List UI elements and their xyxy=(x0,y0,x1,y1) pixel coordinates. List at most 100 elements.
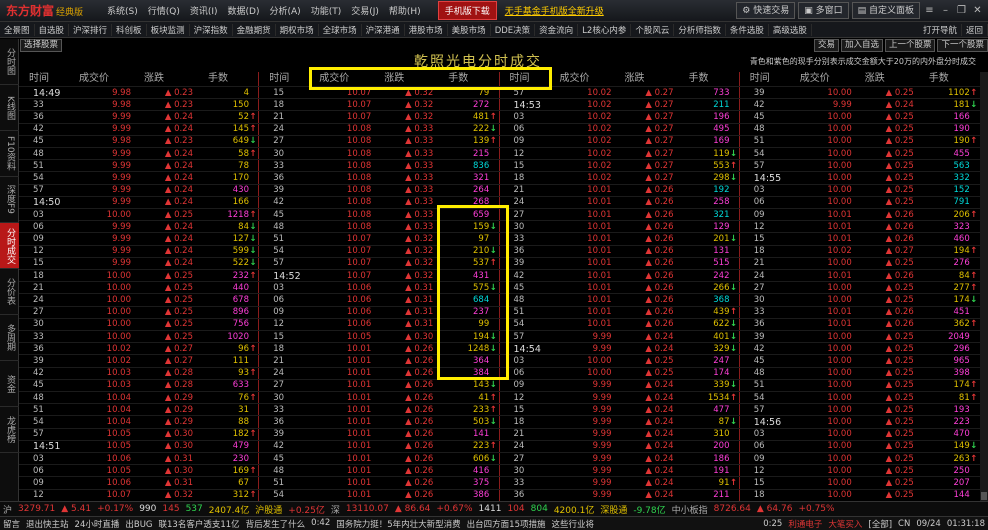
toolbar-item[interactable]: 资金流向 xyxy=(535,23,579,36)
index-ticker-item: 2407.4亿 xyxy=(208,505,250,516)
multi-window-button[interactable]: ▣ 多窗口 xyxy=(798,2,849,19)
upgrade-link[interactable]: 无手基金手机版全新升级 xyxy=(505,4,604,17)
select-stock-button[interactable]: 选择股票 xyxy=(20,39,63,52)
restore-icon[interactable]: ❐ xyxy=(955,5,968,16)
arrow-down-icon: ↓ xyxy=(249,136,257,147)
sidebar-tab[interactable]: 多周期 xyxy=(0,315,19,361)
sub-bar-button[interactable]: 上一个股票 xyxy=(884,39,936,52)
news-item[interactable]: 联13名客户透支11亿 xyxy=(156,518,243,530)
menu-item[interactable]: 分析(A) xyxy=(265,4,306,17)
menu-item[interactable]: 资讯(I) xyxy=(185,4,223,17)
trade-change: ▲ 0.31 xyxy=(377,306,433,319)
trade-time: 18 xyxy=(513,416,525,427)
volume-value: 159 xyxy=(473,221,490,232)
toolbar-right-item[interactable]: 返回 xyxy=(962,24,988,36)
toolbar-item[interactable]: 金融期货 xyxy=(233,23,276,36)
news-item[interactable]: 24小时直播 xyxy=(72,518,123,530)
trade-change: ▲ 0.27 xyxy=(618,111,673,124)
sidebar-tab[interactable]: 分时图 xyxy=(0,39,19,85)
toolbar-item[interactable]: 沪深排行 xyxy=(69,23,113,36)
menu-item[interactable]: 交易(J) xyxy=(346,4,384,17)
news-items: 留言 退出快主站 24小时直播 出BUG 联13名客户透支11亿 背后发生了什么 0:42 国… xyxy=(0,518,597,530)
toolbar-item[interactable]: 美股市场 xyxy=(448,23,491,36)
status-item[interactable]: [全部] xyxy=(865,518,895,530)
news-item[interactable]: 出BUG xyxy=(122,518,155,530)
toolbar-item[interactable]: 沪深指数 xyxy=(190,23,233,36)
menu-item[interactable]: 行情(Q) xyxy=(143,4,185,17)
menu-icon[interactable]: ≡ xyxy=(923,5,936,16)
volume-value: 263 xyxy=(953,453,970,464)
news-item[interactable]: 国务院力挺！5年内壮大新型消费 xyxy=(333,518,463,530)
sidebar-tab[interactable]: K线图 xyxy=(0,85,19,131)
change-value: 0.23 xyxy=(174,99,193,110)
quick-trade-button[interactable]: ⚙ 快速交易 xyxy=(736,2,796,19)
toolbar-item[interactable]: 分析师指数 xyxy=(674,23,726,36)
trade-time: 33 xyxy=(33,99,44,110)
trade-time: 36 xyxy=(273,416,285,427)
toolbar-item[interactable]: DDE决策 xyxy=(491,23,536,36)
sidebar-tab[interactable]: 深度F9 xyxy=(0,177,19,223)
trade-volume: 2049 xyxy=(916,331,978,344)
change-value: 0.26 xyxy=(894,307,914,318)
mobile-download-button[interactable]: 手机版下载 xyxy=(437,1,497,20)
news-item[interactable]: 0:42 xyxy=(308,518,333,530)
sidebar-tab[interactable]: F10资料 xyxy=(0,131,19,177)
sidebar-tab[interactable]: 资金 xyxy=(0,361,19,407)
toolbar-item[interactable]: 自选股 xyxy=(35,23,70,36)
trade-price: 10.01 xyxy=(827,319,852,330)
minimize-icon[interactable]: – xyxy=(939,5,952,16)
sidebar-tab[interactable]: 龙虎榜 xyxy=(0,407,19,453)
trade-time: 48 xyxy=(273,221,285,232)
up-triangle-icon: ▲ xyxy=(164,221,175,232)
sidebar-tab[interactable]: 分价表 xyxy=(0,269,19,315)
toolbar-right-item[interactable]: 打开导航 xyxy=(919,24,962,36)
trade-price: 10.00 xyxy=(106,307,131,318)
change-value: 0.28 xyxy=(174,380,193,391)
toolbar-item[interactable]: 科创板 xyxy=(112,23,147,36)
volume-value: 166 xyxy=(953,111,970,122)
toolbar-item[interactable]: 全景图 xyxy=(0,23,35,36)
toolbar-item[interactable]: 全球市场 xyxy=(319,23,362,36)
menu-item[interactable]: 功能(T) xyxy=(306,4,347,17)
toolbar-item[interactable]: 高级选股 xyxy=(769,23,812,36)
trade-price: 10.08 xyxy=(346,221,372,232)
sub-bar-button[interactable]: 下一个股票 xyxy=(937,39,988,52)
arrow-down-icon: ↓ xyxy=(249,221,257,232)
news-item[interactable]: 留言 xyxy=(0,518,23,530)
trade-price: 10.00 xyxy=(827,429,852,440)
volume-value: 169 xyxy=(232,465,249,476)
trade-time: 51 xyxy=(273,477,285,488)
scrollbar-thumb[interactable] xyxy=(981,492,987,500)
trade-change: ▲ 0.32 xyxy=(377,245,433,258)
toolbar-item[interactable]: 港股市场 xyxy=(405,23,448,36)
change-value: 0.26 xyxy=(654,233,674,244)
menu-item[interactable]: 帮助(H) xyxy=(384,4,426,17)
trade-time: 30 xyxy=(33,319,44,330)
menu-item[interactable]: 数据(D) xyxy=(223,4,265,17)
vertical-scrollbar[interactable] xyxy=(980,72,988,501)
toolbar-item[interactable]: 条件选股 xyxy=(726,23,769,36)
change-value: 0.33 xyxy=(414,221,434,232)
close-icon[interactable]: ✕ xyxy=(971,5,984,16)
up-triangle-icon: ▲ xyxy=(405,172,415,183)
trade-volume: 170 xyxy=(195,172,257,185)
sub-bar-button[interactable]: 加入自选 xyxy=(840,39,883,52)
toolbar-item[interactable]: 个股风云 xyxy=(631,23,675,36)
news-item[interactable]: 退出快主站 xyxy=(23,518,72,530)
menu-item[interactable]: 系统(S) xyxy=(102,4,143,17)
volume-value: 479 xyxy=(232,441,249,452)
news-item[interactable]: 出台四方面15项措施 xyxy=(464,518,549,530)
news-item[interactable]: 这些行业将 xyxy=(549,518,598,530)
sidebar-tab[interactable]: 分时成交 xyxy=(0,223,19,269)
custom-panel-button[interactable]: ▤ 自定义面板 xyxy=(851,2,920,19)
news-item[interactable]: 背后发生了什么 xyxy=(243,518,309,530)
toolbar-item[interactable]: 期权市场 xyxy=(276,23,319,36)
toolbar-item[interactable]: 板块监测 xyxy=(147,23,190,36)
toolbar-item[interactable]: 沪深港通 xyxy=(362,23,405,36)
toolbar-item[interactable]: L2核心内参 xyxy=(578,23,632,36)
sub-bar-button[interactable]: 交易 xyxy=(813,39,839,52)
arrow-up-icon: ↑ xyxy=(489,136,497,147)
trade-volume: 97 xyxy=(435,233,497,246)
arrow-up-icon: ↑ xyxy=(729,477,738,488)
volume-value: 649 xyxy=(232,136,249,147)
